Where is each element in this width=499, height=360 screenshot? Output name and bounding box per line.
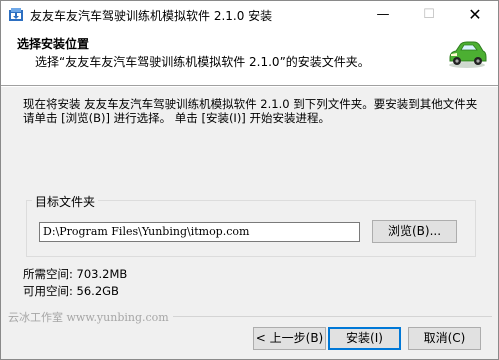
page-title: 选择安装位置 <box>17 37 90 51</box>
space-available: 可用空间: 56.2GB <box>23 284 119 298</box>
page-subtitle: 选择“友友车友汽车驾驶训练机模拟软件 2.1.0”的安装文件夹。 <box>35 55 370 69</box>
browse-button[interactable]: 浏览(B)... <box>372 220 457 243</box>
cancel-button[interactable]: 取消(C) <box>408 327 481 350</box>
title-bar[interactable]: 友友车友汽车驾驶训练机模拟软件 2.1.0 安装 — ☐ ✕ <box>1 1 498 29</box>
close-button[interactable]: ✕ <box>452 1 498 29</box>
back-button[interactable]: < 上一步(B) <box>253 327 326 350</box>
space-required: 所需空间: 703.2MB <box>23 267 128 281</box>
maximize-button[interactable]: ☐ <box>406 1 452 29</box>
installer-window: 友友车友汽车驾驶训练机模拟软件 2.1.0 安装 — ☐ ✕ 选择安装位置 选择… <box>0 0 499 360</box>
window-title: 友友车友汽车驾驶训练机模拟软件 2.1.0 安装 <box>30 9 273 23</box>
minimize-button[interactable]: — <box>360 1 406 29</box>
destination-path-input[interactable] <box>39 222 360 242</box>
page-header: 选择安装位置 选择“友友车友汽车驾驶训练机模拟软件 2.1.0”的安装文件夹。 <box>1 29 498 86</box>
intro-text: 现在将安装 友友车友汽车驾驶训练机模拟软件 2.1.0 到下列文件夹。要安装到其… <box>23 97 478 125</box>
destination-folder-label: 目标文件夹 <box>32 193 99 210</box>
install-button[interactable]: 安装(I) <box>328 327 401 350</box>
green-car-icon <box>449 41 487 68</box>
installer-app-icon <box>9 8 23 21</box>
header-divider <box>1 86 498 87</box>
brand-text: 云冰工作室 www.yunbing.com <box>8 309 173 325</box>
brand-row: 云冰工作室 www.yunbing.com <box>8 309 492 325</box>
